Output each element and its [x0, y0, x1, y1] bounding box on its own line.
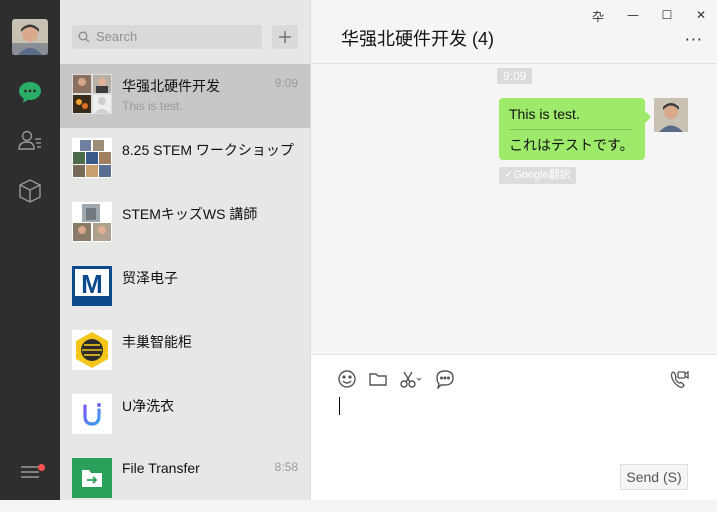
laundry-logo [72, 394, 112, 434]
conversation-name: File Transfer [122, 460, 200, 476]
conversation-item[interactable]: 8.25 STEM ワークショップ [60, 128, 310, 192]
conversation-preview: This is test. [122, 99, 183, 113]
message-translation: これはテストです。 [509, 137, 634, 153]
sender-avatar[interactable] [654, 98, 688, 132]
conversation-time: 8:58 [274, 460, 298, 474]
conversation-item[interactable]: File Transfer 8:58 [60, 448, 310, 512]
more-options-button[interactable]: ··· [685, 30, 703, 49]
chat-title: 华强北硬件开发 (4) [341, 29, 494, 49]
notification-badge [38, 464, 45, 471]
video-call-icon[interactable] [669, 369, 689, 389]
conversation-name: 华强北硬件开发 [122, 78, 220, 94]
maximize-button[interactable]: ☐ [659, 8, 675, 22]
group-avatar [72, 74, 112, 114]
conversation-name: U净洗衣 [122, 398, 175, 414]
folder-icon[interactable] [368, 369, 388, 389]
pin-button[interactable]: 卆 [590, 8, 606, 25]
translation-divider [509, 129, 633, 130]
chat-icon[interactable] [17, 79, 43, 105]
header-divider [311, 63, 717, 64]
file-transfer-icon [72, 458, 112, 498]
conversation-item[interactable]: U净洗衣 [60, 384, 310, 448]
nav-rail [0, 0, 60, 500]
send-button[interactable]: Send (S) [620, 464, 688, 490]
minimize-button[interactable]: — [625, 8, 641, 22]
search-icon [78, 31, 90, 43]
message-text: This is test. [509, 106, 580, 122]
plus-icon [279, 31, 291, 43]
chat-history-icon[interactable] [435, 369, 455, 391]
menu-icon[interactable] [20, 464, 40, 480]
svg-text:M: M [81, 269, 103, 299]
text-cursor [339, 397, 340, 415]
hive-box-logo [72, 330, 112, 370]
conversation-item[interactable]: STEMキッズWS 講師 [60, 192, 310, 256]
mouser-logo: M [72, 266, 112, 306]
conversation-time: 9:09 [274, 76, 298, 90]
conversation-name: 贸泽电子 [122, 270, 178, 286]
message-time: 9:09 [497, 68, 533, 84]
group-avatar [72, 202, 112, 242]
group-avatar [72, 138, 112, 178]
message-bubble[interactable]: This is test. これはテストです。 [499, 98, 651, 160]
emoji-icon[interactable] [337, 369, 357, 389]
conversation-name: STEMキッズWS 講師 [122, 206, 258, 222]
conversation-name: 丰巢智能柜 [122, 334, 192, 350]
chat-panel: 卆 — ☐ ✕ 华强北硬件开发 (4) ··· 9:09 This is tes… [310, 0, 717, 500]
search-box[interactable]: Search [72, 25, 262, 49]
translation-tag[interactable]: ✓Google翻訳 [499, 167, 576, 184]
conversation-item[interactable]: 华强北硬件开发 9:09 This is test. [60, 64, 310, 128]
conversation-name: 8.25 STEM ワークショップ [122, 142, 294, 158]
conversation-item[interactable]: M 贸泽电子 [60, 256, 310, 320]
search-input[interactable]: Search [96, 29, 137, 44]
conversation-item[interactable]: 丰巢智能柜 [60, 320, 310, 384]
composer[interactable]: Send (S) [311, 355, 717, 500]
cube-icon[interactable] [17, 178, 43, 204]
close-button[interactable]: ✕ [693, 8, 709, 22]
user-avatar[interactable] [12, 19, 48, 55]
add-button[interactable] [272, 25, 298, 49]
contacts-icon[interactable] [17, 128, 43, 154]
conversation-list: Search 华强北硬件开发 9:09 This is test. 8.25 S… [60, 0, 310, 500]
screenshot-icon[interactable] [399, 369, 423, 389]
